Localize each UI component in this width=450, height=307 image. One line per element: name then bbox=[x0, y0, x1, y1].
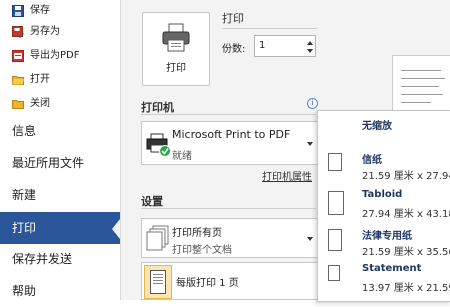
sidebar-item-save-as[interactable]: 另存为 bbox=[0, 21, 120, 43]
menu-item-name: 无缩放 bbox=[362, 121, 392, 132]
page-icon bbox=[150, 270, 166, 294]
print-range-dropdown[interactable]: 打印所有页 打印整个文档 bbox=[141, 218, 318, 258]
sidebar-item-label: 另存为 bbox=[30, 26, 60, 37]
paper-icon bbox=[328, 229, 342, 251]
copies-label: 份数: bbox=[222, 44, 246, 55]
menu-item-statement[interactable]: Statement 13.97 厘米 x 21.59 bbox=[318, 261, 450, 307]
sidebar-item-label: 关闭 bbox=[30, 98, 50, 109]
save-icon bbox=[12, 5, 24, 17]
tab-help[interactable]: 帮助 bbox=[0, 275, 120, 307]
pdf-icon bbox=[12, 50, 24, 62]
copies-value: 1 bbox=[259, 40, 266, 51]
close-folder-icon bbox=[12, 100, 24, 109]
save-as-icon bbox=[12, 26, 24, 38]
printer-heading: 打印机 bbox=[141, 101, 174, 114]
tab-info[interactable]: 信息 bbox=[0, 115, 120, 147]
sidebar-item-label: 保存 bbox=[30, 5, 50, 16]
sidebar-item-label: 导出为PDF bbox=[30, 50, 80, 61]
info-icon[interactable]: i bbox=[307, 98, 318, 109]
menu-item-dims: 27.94 厘米 x 43.18 bbox=[362, 209, 450, 220]
active-tab-pointer bbox=[112, 219, 120, 239]
print-button-label: 打印 bbox=[166, 63, 186, 74]
paper-icon bbox=[328, 153, 342, 171]
pages-per-sheet-label: 每版打印 1 页 bbox=[176, 278, 239, 289]
paper-icon bbox=[328, 265, 340, 281]
backstage-sidebar: 保存 另存为 导出为PDF 打开 关闭 信息 最近所用文件 新建 打印 保存并发… bbox=[0, 0, 121, 300]
settings-heading: 设置 bbox=[141, 195, 163, 208]
sidebar-item-save[interactable]: 保存 bbox=[0, 0, 120, 22]
divider bbox=[141, 208, 316, 209]
divider bbox=[141, 114, 316, 115]
copies-input[interactable]: 1 bbox=[254, 35, 316, 57]
pages-icon bbox=[146, 225, 169, 251]
paper-icon bbox=[328, 191, 344, 215]
pages-per-sheet-highlight bbox=[144, 265, 172, 299]
tab-recent-files[interactable]: 最近所用文件 bbox=[0, 147, 120, 179]
sidebar-item-export-pdf[interactable]: 导出为PDF bbox=[0, 45, 120, 67]
print-heading: 打印 bbox=[222, 12, 244, 25]
print-all-sublabel: 打印整个文档 bbox=[172, 245, 232, 256]
tab-new[interactable]: 新建 bbox=[0, 179, 120, 211]
chevron-down-icon bbox=[307, 142, 313, 146]
printer-dropdown[interactable]: Microsoft Print to PDF 就绪 bbox=[141, 121, 318, 165]
printer-properties-link[interactable]: 打印机属性 bbox=[262, 168, 312, 183]
tab-save-and-send[interactable]: 保存并发送 bbox=[0, 243, 120, 275]
menu-item-name: Statement bbox=[362, 263, 422, 274]
printer-status: 就绪 bbox=[172, 151, 192, 162]
printer-icon bbox=[162, 23, 190, 52]
paper-size-menu: 无缩放 信纸 21.59 厘米 x 27.94 Tabloid 27.94 厘米… bbox=[317, 110, 450, 302]
menu-item-dims: 21.59 厘米 x 35.56 bbox=[362, 247, 450, 258]
tab-print[interactable]: 打印 bbox=[0, 212, 120, 244]
menu-item-no-scaling[interactable]: 无缩放 bbox=[318, 111, 450, 137]
divider bbox=[222, 28, 317, 29]
sidebar-item-open[interactable]: 打开 bbox=[0, 69, 120, 91]
pages-per-sheet-dropdown[interactable]: 每版打印 1 页 bbox=[141, 262, 318, 300]
sidebar-item-label: 打开 bbox=[30, 74, 50, 85]
chevron-down-icon bbox=[307, 237, 313, 241]
sidebar-item-close[interactable]: 关闭 bbox=[0, 93, 120, 115]
menu-item-name: Tabloid bbox=[362, 189, 403, 200]
menu-item-name: 信纸 bbox=[362, 155, 382, 166]
print-all-label: 打印所有页 bbox=[172, 228, 222, 239]
printer-name: Microsoft Print to PDF bbox=[172, 128, 291, 141]
spin-up-icon[interactable] bbox=[307, 41, 313, 45]
open-folder-icon bbox=[12, 76, 24, 85]
print-button[interactable]: 打印 bbox=[142, 12, 210, 86]
spin-down-icon[interactable] bbox=[307, 49, 313, 53]
menu-item-dims: 21.59 厘米 x 27.94 bbox=[362, 171, 450, 182]
printer-icon bbox=[146, 133, 171, 157]
menu-item-dims: 13.97 厘米 x 21.59 bbox=[362, 283, 450, 294]
menu-item-name: 法律专用纸 bbox=[362, 231, 412, 242]
